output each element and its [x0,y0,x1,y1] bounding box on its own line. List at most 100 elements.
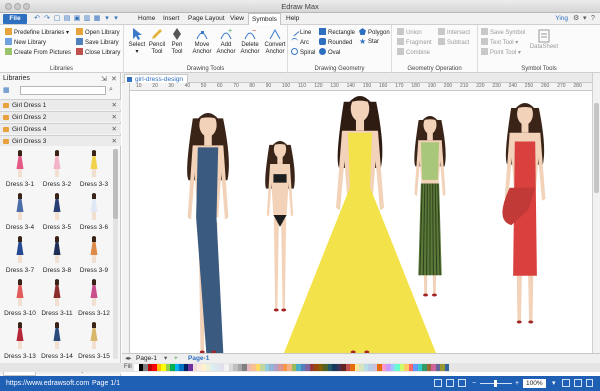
settings-gear-icon[interactable]: ⚙ [573,13,579,25]
add-anchor-button[interactable]: + Add Anchor [214,27,238,55]
undo-icon[interactable]: ↶ [33,14,41,23]
open-library-button[interactable]: Open Library [76,28,120,37]
zoom-magnifier-icon[interactable] [574,379,582,387]
library-category-girl-dress-2[interactable]: Girl Dress 2 ✕ [0,111,121,122]
dropdown-arrow-icon[interactable]: ▾ [583,13,587,25]
close-icon[interactable]: ✕ [112,136,117,147]
library-category-girl-dress-4[interactable]: Girl Dress 4 ✕ [0,123,121,134]
library-shape-item[interactable]: Dress 3-10 [2,278,38,321]
full-screen-icon[interactable] [458,379,466,387]
close-icon[interactable]: ✕ [112,112,117,123]
zoom-in-icon[interactable]: + [515,376,519,391]
convert-anchor-button[interactable]: Convert Anchor [262,27,288,55]
library-shape-item[interactable]: Dress 3-14 [39,321,75,362]
text-tool-button[interactable]: Text Tool ▾ [481,38,518,47]
fashion-figure[interactable] [414,116,446,297]
move-anchor-button[interactable]: Move Anchor [190,27,214,55]
combine-button[interactable]: Combine [397,48,430,57]
quick-access-dropdown-icon[interactable]: ▾ [103,14,111,23]
datasheet-button[interactable]: DataSheet [528,29,560,51]
close-icon[interactable]: ✕ [112,124,117,135]
export-icon[interactable]: ▦ [93,14,101,23]
library-shape-item[interactable]: Dress 3-6 [76,192,112,235]
menu-view[interactable]: View [227,13,247,25]
select-tool-button[interactable]: Select ▾ [126,27,148,55]
library-category-girl-dress-1[interactable]: Girl Dress 1 ✕ [0,99,121,110]
delete-anchor-button[interactable]: − Delete Anchor [238,27,262,55]
library-grid-icon[interactable]: ▦ [3,86,10,94]
save-library-button[interactable]: Save Library [76,38,119,47]
menu-symbols[interactable]: Symbols [248,13,281,25]
fashion-figure[interactable] [187,113,229,353]
pen-tool-button[interactable]: Pen Tool [166,27,188,55]
panel-close-icon[interactable]: ✕ [111,75,117,83]
fullscreen-toggle-icon[interactable] [586,379,593,387]
library-shape-item[interactable]: Dress 3-1 [2,149,38,192]
website-link[interactable]: https://www.edrawsoft.com [6,376,89,391]
polygon-button[interactable]: Polygon [359,28,390,37]
scrollbar-thumb[interactable] [594,103,599,193]
document-tab[interactable]: girl-dress-design [124,74,189,83]
union-button[interactable]: Union [397,28,422,37]
library-shape-item[interactable]: Dress 3-2 [39,149,75,192]
dropdown-arrow-icon[interactable]: ▾ [112,14,120,23]
close-library-button[interactable]: Close Library [76,48,120,57]
library-shape-item[interactable]: Dress 3-12 [76,278,112,321]
library-search-input[interactable] [20,86,106,95]
normal-view-icon[interactable] [434,379,442,387]
star-button[interactable]: ★ Star [359,38,379,46]
drawing-canvas[interactable] [130,91,592,353]
library-shape-item[interactable]: Dress 3-5 [39,192,75,235]
color-swatch[interactable] [444,364,449,371]
new-icon[interactable]: ▢ [53,14,61,23]
redo-icon[interactable]: ↷ [43,14,51,23]
rectangle-button[interactable]: Rectangle [319,28,355,37]
rounded-rectangle-button[interactable]: Rounded [319,38,352,47]
scrollbar-thumb[interactable] [113,149,118,219]
library-shape-item[interactable]: Dress 3-15 [76,321,112,362]
predefine-libraries-button[interactable]: Predefine Libraries ▾ [5,28,69,37]
new-library-button[interactable]: New Library [5,38,46,47]
menu-page-layout[interactable]: Page Layout [185,13,228,25]
fit-page-icon[interactable] [446,379,454,387]
zoom-slider-handle[interactable] [494,380,497,387]
zoom-level[interactable]: 100% [523,379,546,388]
point-tool-button[interactable]: Point Tool ▾ [481,48,521,57]
zoom-dropdown-icon[interactable]: ▾ [552,376,556,391]
vertical-scrollbar[interactable] [592,73,600,353]
fashion-figure[interactable] [265,141,295,312]
intersect-button[interactable]: Intersect [438,28,470,37]
close-icon[interactable]: ✕ [112,100,117,111]
library-category-girl-dress-3[interactable]: Girl Dress 3 ✕ [0,135,121,146]
fashion-figure[interactable] [502,103,546,324]
library-shape-item[interactable]: Dress 3-8 [39,235,75,278]
subtract-button[interactable]: Subtract [438,38,469,47]
fragment-button[interactable]: Fragment [397,38,432,47]
fashion-figure[interactable] [284,96,436,353]
library-shape-item[interactable]: Dress 3-11 [39,278,75,321]
pencil-tool-button[interactable]: Pencil Tool [146,27,168,55]
menu-home[interactable]: Home [135,13,158,25]
file-menu-button[interactable]: File [3,14,27,24]
panel-expand-icon[interactable]: ⇲ [101,75,107,83]
library-shape-item[interactable]: Dress 3-7 [2,235,38,278]
arc-button[interactable]: Arc [291,38,309,47]
library-shape-item[interactable]: Dress 3-4 [2,192,38,235]
zoom-out-icon[interactable]: − [472,376,476,391]
library-scrollbar[interactable] [113,149,118,359]
save-icon[interactable]: ▣ [73,14,81,23]
menu-help[interactable]: Help [283,13,302,25]
user-name[interactable]: Ying [555,13,568,25]
spiral-button[interactable]: Spiral [291,48,315,57]
library-shape-item[interactable]: Dress 3-13 [2,321,38,362]
print-icon[interactable]: ▥ [83,14,91,23]
open-icon[interactable]: ▤ [63,14,71,23]
help-icon[interactable]: ? [591,13,595,25]
fit-width-icon[interactable] [562,379,570,387]
oval-button[interactable]: Oval [319,48,340,57]
line-button[interactable]: Line [289,26,311,37]
library-shape-item[interactable]: Dress 3-9 [76,235,112,278]
create-from-pictures-button[interactable]: Create From Pictures [5,48,71,57]
menu-insert[interactable]: Insert [160,13,182,25]
library-shape-item[interactable]: Dress 3-3 [76,149,112,192]
